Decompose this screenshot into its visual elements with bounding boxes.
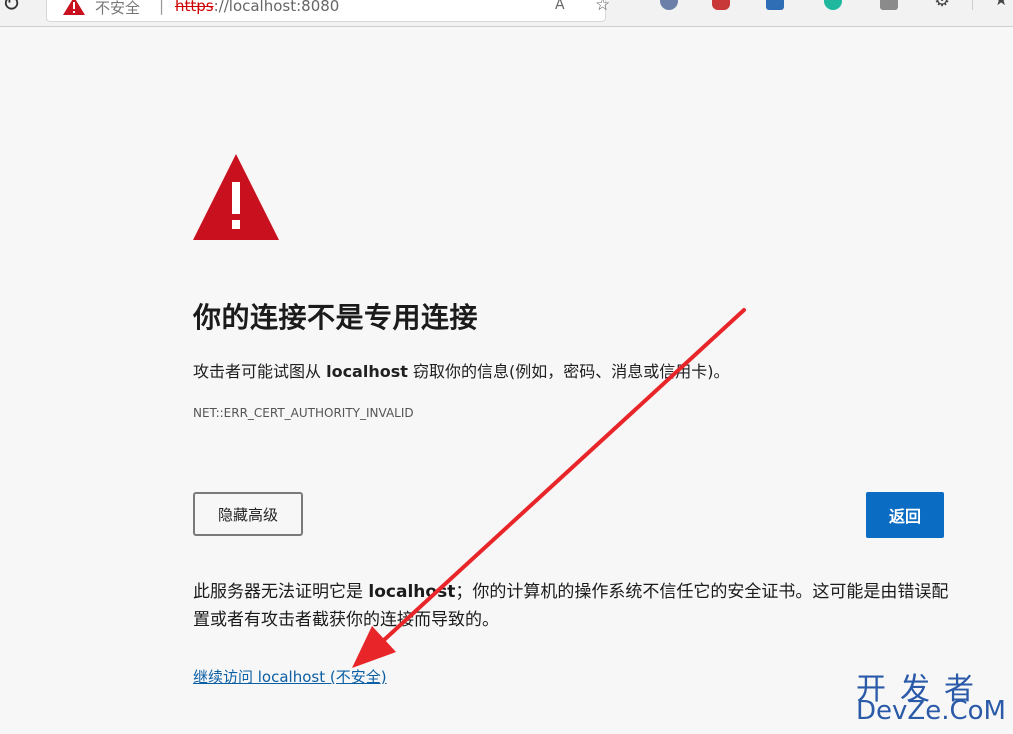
url-text[interactable]: https://localhost:8080 — [175, 0, 339, 15]
puzzle-extensions-icon[interactable]: ⚙ — [934, 0, 950, 11]
address-bar[interactable]: 不安全 | https://localhost:8080 Aˇ ☆ — [46, 0, 610, 22]
not-secure-label[interactable]: 不安全 — [95, 0, 140, 18]
browser-toolbar: ↻ 不安全 | https://localhost:8080 Aˇ ☆ ⚙ ★ — [0, 0, 1013, 27]
warning-triangle-icon — [193, 154, 279, 240]
back-button[interactable]: 返回 — [866, 492, 944, 538]
url-scheme: https — [175, 0, 214, 15]
details-prefix: 此服务器无法证明它是 — [193, 582, 369, 602]
toolbar-divider — [972, 0, 973, 10]
error-code: NET::ERR_CERT_AUTHORITY_INVALID — [193, 406, 414, 420]
du-extension-icon[interactable] — [712, 0, 730, 10]
desc-suffix: 窃取你的信息(例如，密码、消息或信用卡)。 — [407, 362, 730, 381]
profile-extension-icon[interactable] — [660, 0, 678, 10]
desc-host: localhost — [326, 362, 408, 381]
reader-extension-icon[interactable] — [880, 0, 898, 10]
add-favorite-icon[interactable]: ☆ — [595, 0, 610, 15]
reload-icon[interactable]: ↻ — [2, 0, 20, 17]
page-title: 你的连接不是专用连接 — [193, 301, 479, 334]
advanced-details: 此服务器无法证明它是 localhost；你的计算机的操作系统不信任它的安全证书… — [193, 578, 953, 634]
not-secure-warning-icon — [63, 0, 85, 15]
hide-advanced-button[interactable]: 隐藏高级 — [193, 492, 303, 536]
translate-extension-icon[interactable] — [766, 0, 784, 10]
read-aloud-icon[interactable]: Aˇ — [555, 0, 572, 13]
warning-description: 攻击者可能试图从 localhost 窃取你的信息(例如，密码、消息或信用卡)。 — [193, 358, 729, 382]
favorites-icon[interactable]: ★ — [994, 0, 1008, 9]
watermark-site: DevZe.CoM — [856, 696, 1006, 726]
proceed-unsafe-link[interactable]: 继续访问 localhost (不安全) — [193, 666, 387, 687]
url-host: ://localhost:8080 — [213, 0, 340, 15]
address-separator: | — [159, 0, 165, 15]
details-host: localhost — [368, 582, 456, 602]
desc-prefix: 攻击者可能试图从 — [193, 362, 327, 381]
m-extension-icon[interactable] — [824, 0, 842, 10]
